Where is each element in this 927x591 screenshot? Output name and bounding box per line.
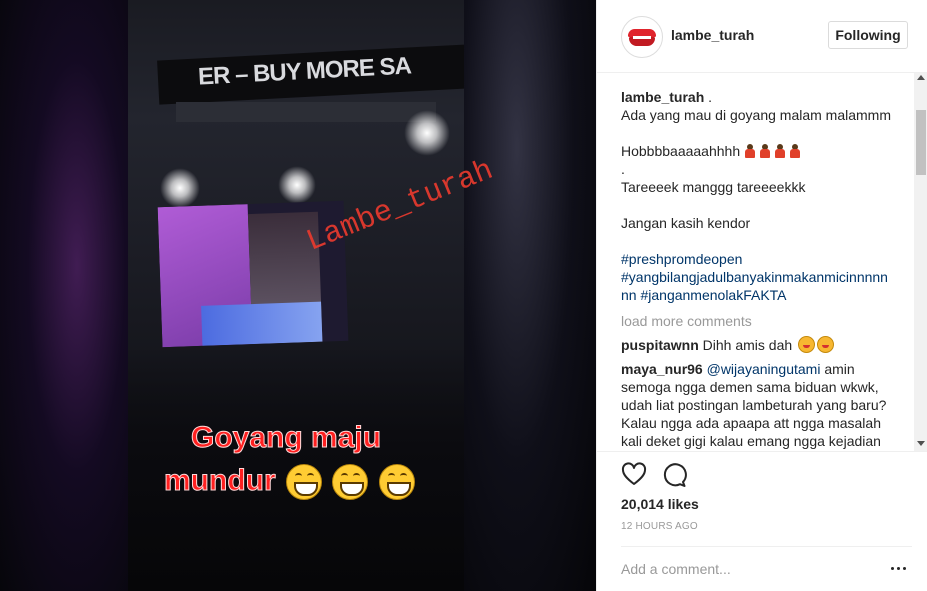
comment-row: puspitawnn Dihh amis dah: [621, 336, 835, 354]
comment-text: Dihh amis dah: [702, 337, 793, 353]
comment-author-link[interactable]: maya_nur96: [621, 361, 703, 377]
stage-light: [278, 166, 316, 204]
comment-text-line: semoga ngga demen sama biduan wkwk,: [621, 379, 879, 395]
stage-light: [404, 110, 450, 156]
grinning-face-emoji: [332, 464, 369, 501]
comment-text-line: kali deket gigi kalau emang ngga kejadia…: [621, 433, 881, 449]
hashtag-link-row: nn #janganmenolakFAKTA: [621, 286, 787, 304]
grinning-face-emoji: [286, 464, 322, 501]
woman-running-emoji: [789, 144, 801, 158]
comment-text-line: udah liat postingan lambeturah yang baru…: [621, 397, 887, 413]
post-timestamp[interactable]: 12 HOURS AGO: [621, 521, 698, 532]
caption-line: Tareeeek manggg tareeeekkk: [621, 179, 806, 195]
comment-text: amin: [820, 361, 855, 377]
woman-running-emoji: [759, 144, 771, 158]
add-comment-input[interactable]: Add a comment...: [621, 561, 731, 577]
comment-icon[interactable]: [661, 462, 687, 488]
caption-line: Hobbbbaaaaahhhh: [621, 143, 741, 159]
scroll-up-arrow-icon[interactable]: [917, 75, 925, 80]
mention-link[interactable]: @wijayaningutami: [707, 361, 821, 377]
video-caption-line2-text: mundur: [164, 464, 277, 498]
caption-line-with-emoji: Hobbbbaaaaahhhh: [621, 142, 804, 160]
hashtag-link[interactable]: #janganmenolakFAKTA: [640, 287, 786, 303]
video-caption-line1: Goyang maju: [190, 421, 382, 455]
actions-divider: [597, 451, 927, 452]
following-button[interactable]: Following: [828, 21, 908, 49]
comments-list[interactable]: lambe_turah . Ada yang mau di goyang mal…: [597, 73, 913, 451]
more-options-icon[interactable]: [891, 567, 907, 571]
hashtag-link[interactable]: nn: [621, 287, 637, 303]
scroll-down-arrow-icon[interactable]: [917, 441, 925, 446]
username-link[interactable]: lambe_turah: [671, 27, 754, 43]
comment-text-line: Kalau ngga ada apaapa att ngga masalah: [621, 415, 881, 431]
caption-author-link[interactable]: lambe_turah: [621, 89, 704, 105]
avatar[interactable]: [621, 16, 663, 58]
caption-first-line: .: [704, 89, 713, 105]
woman-running-emoji: [774, 144, 786, 158]
comment-divider: [621, 546, 912, 547]
post-panel: lambe_turah Following lambe_turah . Ada …: [596, 0, 927, 591]
tongue-out-emoji: [798, 336, 816, 353]
scrollbar-thumb[interactable]: [916, 110, 926, 175]
video-frame[interactable]: ER – BUY MORE SA: [128, 0, 464, 591]
grinning-face-emoji: [378, 464, 415, 501]
woman-running-emoji: [744, 144, 756, 158]
tongue-out-emoji: [817, 336, 835, 353]
hashtag-link[interactable]: #yangbilangjadulbanyakinmakanmicinnnnn: [621, 268, 888, 286]
heart-icon[interactable]: [621, 462, 647, 488]
stage-light: [160, 168, 200, 208]
caption-line: .: [621, 161, 625, 177]
post-media[interactable]: ER – BUY MORE SA Lambe_turah Goyang maju…: [0, 0, 596, 591]
comment-author-link[interactable]: puspitawnn: [621, 337, 699, 353]
post-header: lambe_turah Following: [597, 0, 927, 73]
video-blur-right: [464, 0, 596, 591]
load-more-comments-link[interactable]: load more comments: [621, 312, 752, 330]
hashtag-link[interactable]: #preshpromdeopen: [621, 250, 742, 268]
video-blur-left: [0, 0, 128, 591]
caption-line: Ada yang mau di goyang malam malammm: [621, 107, 892, 123]
comment-row: maya_nur96 @wijayaningutami amin: [621, 360, 855, 378]
video-caption-line2: mundur: [164, 464, 415, 501]
likes-count[interactable]: 20,014 likes: [621, 496, 699, 512]
caption-line: Jangan kasih kendor: [621, 215, 751, 231]
caption-header: lambe_turah .: [621, 88, 712, 106]
stage-truss: [176, 102, 436, 122]
